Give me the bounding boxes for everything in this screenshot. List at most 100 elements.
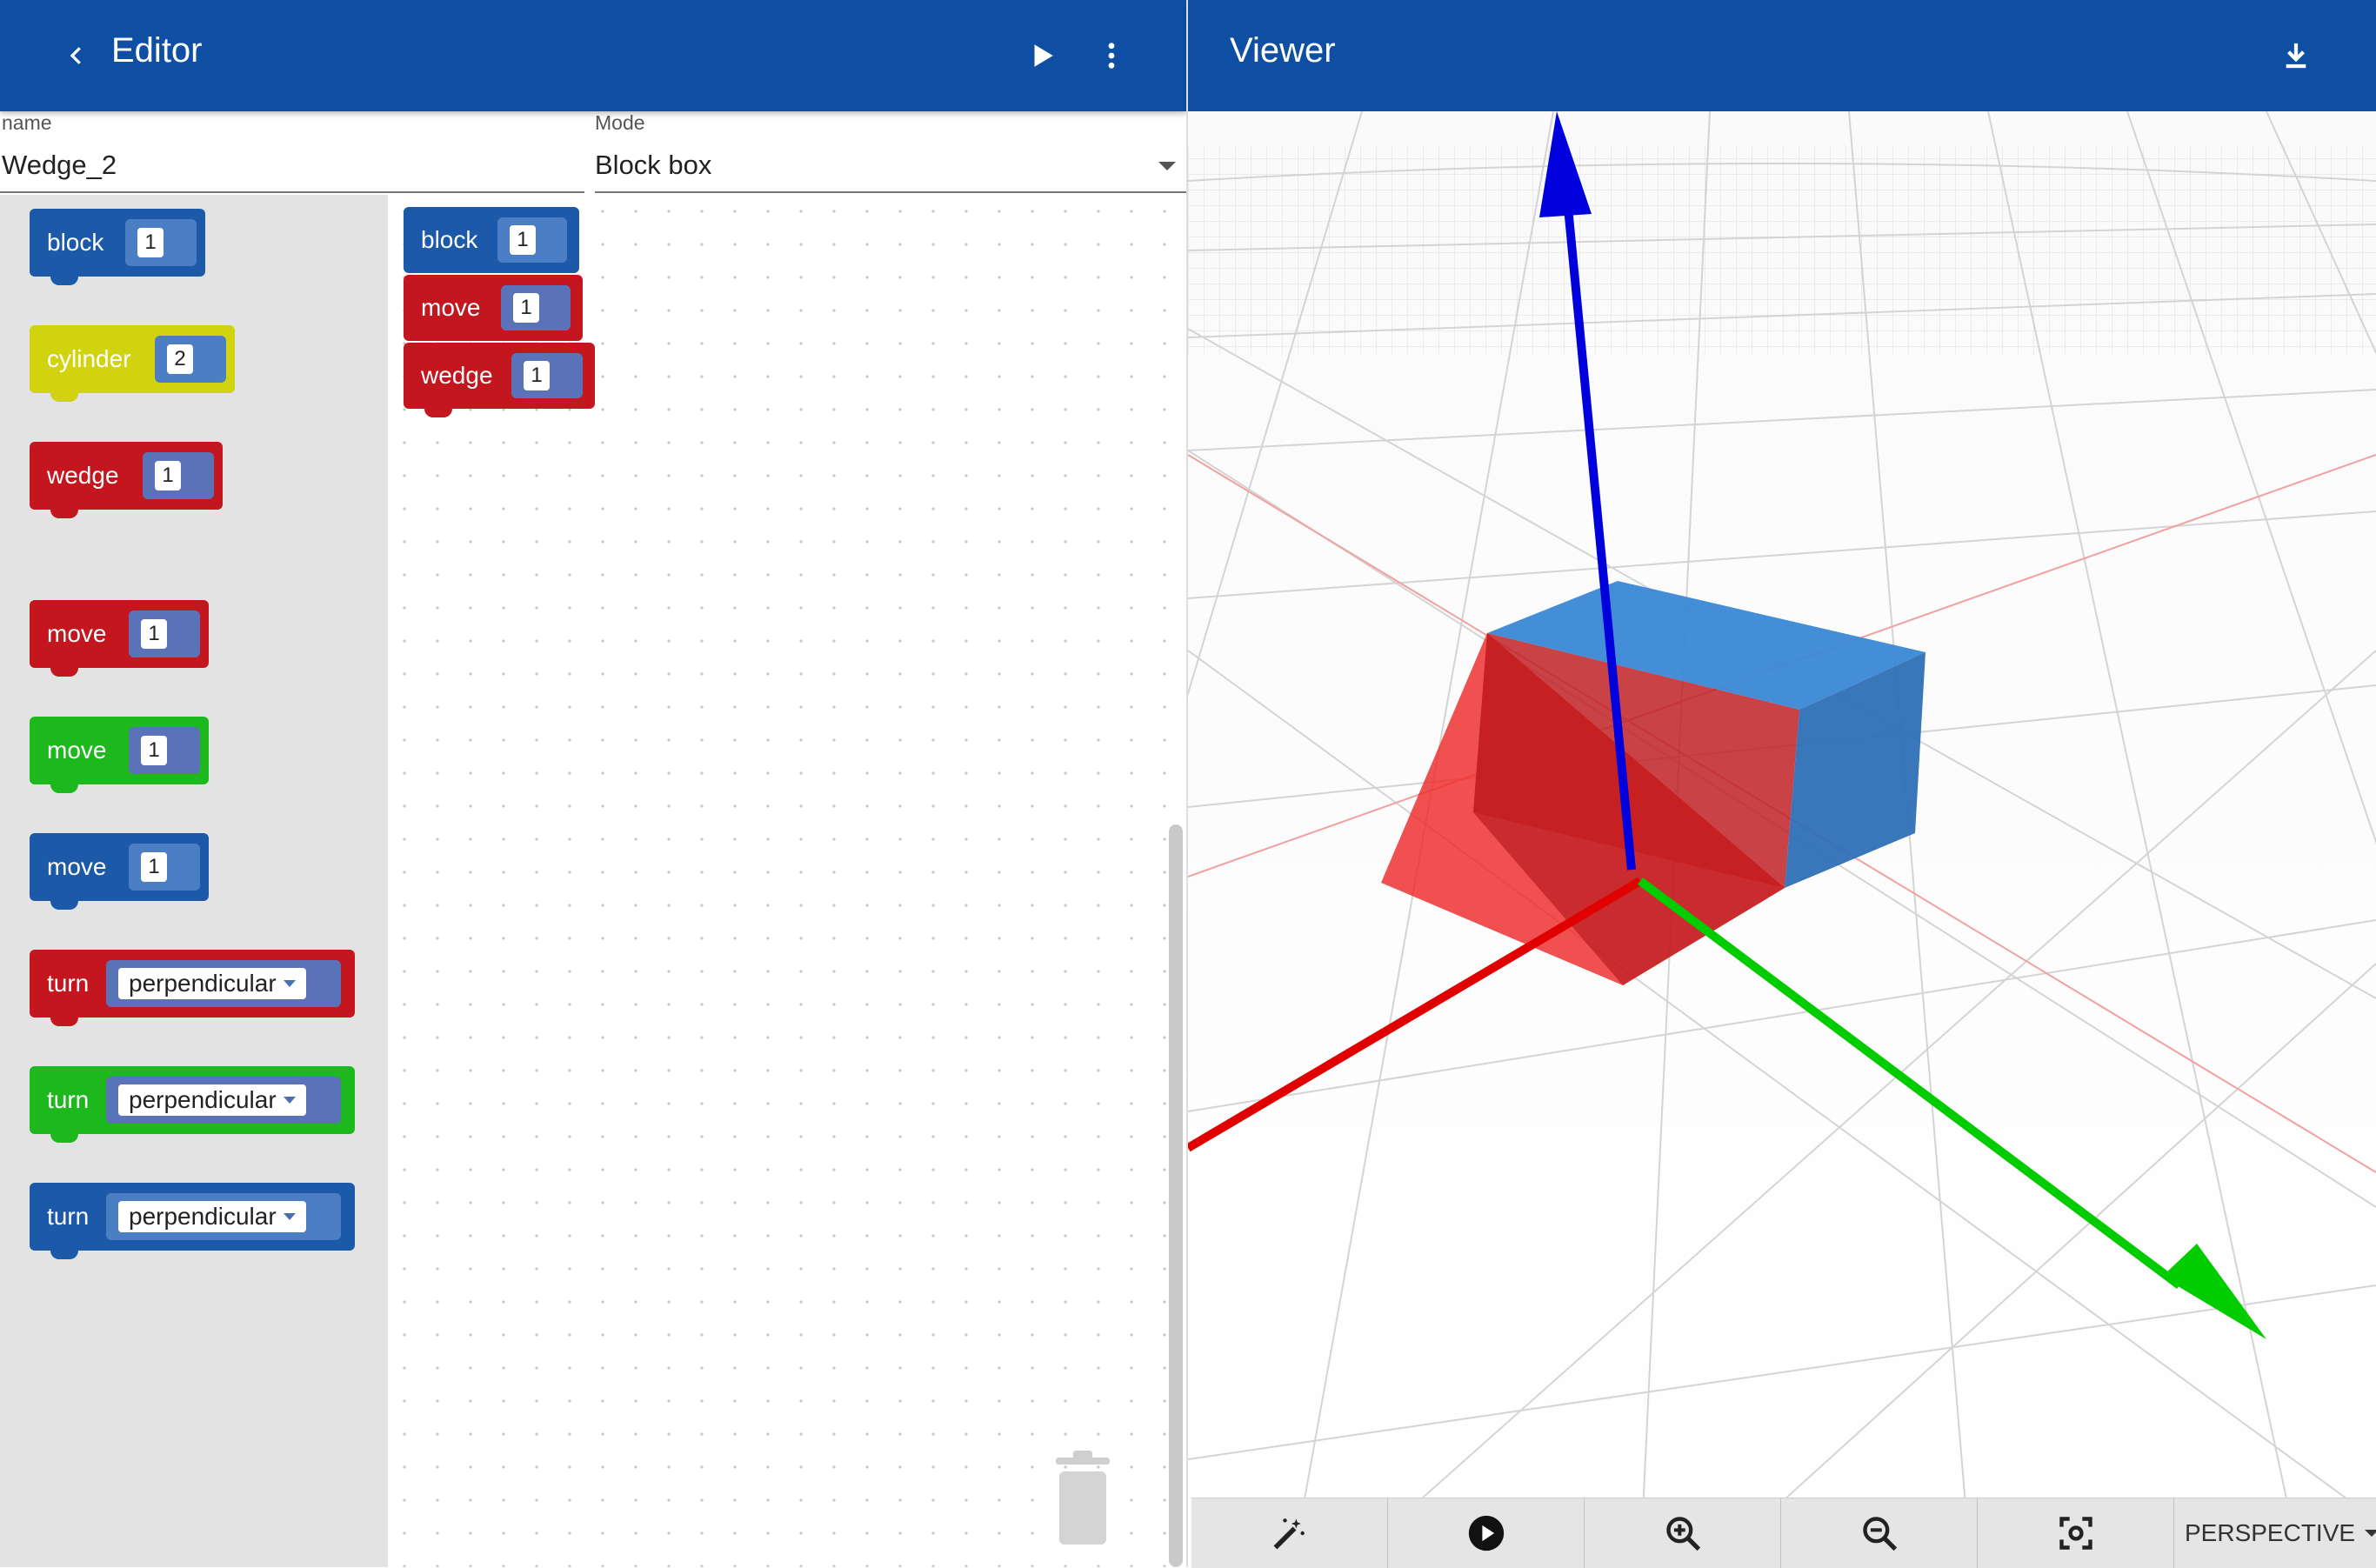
chevron-left-icon bbox=[70, 47, 81, 64]
x-axis bbox=[1188, 877, 1643, 1152]
number-field[interactable]: 1 bbox=[513, 293, 539, 323]
toolbox-block-move-green[interactable]: move 1 bbox=[30, 717, 209, 793]
number-field[interactable]: 1 bbox=[141, 619, 167, 649]
viewer-app-bar: Viewer bbox=[1188, 0, 2376, 111]
mode-field-label: Mode bbox=[595, 111, 645, 134]
block-input[interactable]: 1 bbox=[511, 353, 583, 398]
download-button[interactable] bbox=[2268, 28, 2324, 83]
number-field[interactable]: 1 bbox=[155, 461, 181, 490]
zoom-out-button[interactable] bbox=[1781, 1498, 1978, 1568]
block-input[interactable]: perpendicular bbox=[106, 960, 341, 1007]
toolbox-block-turn-red[interactable]: turn perpendicular bbox=[30, 950, 355, 1026]
mode-field-underline bbox=[595, 191, 1186, 193]
chevron-down-icon[interactable] bbox=[1157, 160, 1178, 172]
block-notch bbox=[50, 1016, 78, 1026]
block-notch bbox=[50, 1249, 78, 1259]
block-label: move bbox=[47, 853, 107, 880]
block-input[interactable]: perpendicular bbox=[106, 1077, 341, 1124]
caret-down-icon bbox=[283, 980, 296, 987]
block-label: move bbox=[47, 737, 107, 764]
workspace-scrollbar[interactable] bbox=[1169, 824, 1183, 1567]
toolbox-block-wedge[interactable]: wedge 1 bbox=[30, 442, 223, 518]
block-input[interactable]: 1 bbox=[129, 611, 200, 657]
workspace-block-wedge[interactable]: wedge 1 bbox=[404, 343, 595, 417]
toolbox-block-cylinder[interactable]: cylinder 2 bbox=[30, 325, 235, 402]
mode-select[interactable]: Block box bbox=[595, 150, 711, 181]
block-label: cylinder bbox=[47, 345, 131, 372]
block-label: move bbox=[47, 620, 107, 647]
direction-dropdown[interactable]: perpendicular bbox=[118, 1084, 306, 1116]
direction-dropdown[interactable]: perpendicular bbox=[118, 1201, 306, 1232]
editor-app-bar: Editor bbox=[0, 0, 1186, 111]
more-vert-icon bbox=[1108, 43, 1115, 69]
zoom-in-icon bbox=[1665, 1517, 1700, 1551]
block-notch bbox=[50, 899, 78, 910]
workspace-block-move[interactable]: move 1 bbox=[404, 275, 583, 341]
block-label: block bbox=[421, 226, 478, 253]
block-input[interactable]: 2 bbox=[155, 336, 226, 383]
caret-down-icon bbox=[2365, 1530, 2376, 1537]
back-button[interactable] bbox=[49, 28, 104, 83]
viewer-toolbar: PERSPECTIVE bbox=[1191, 1498, 2376, 1568]
caret-down-icon bbox=[283, 1097, 296, 1104]
play-circle-icon bbox=[1468, 1515, 1504, 1551]
number-field[interactable]: 1 bbox=[524, 361, 550, 390]
focus-button[interactable] bbox=[1978, 1498, 2174, 1568]
magic-wand-icon bbox=[1273, 1518, 1305, 1550]
block-label: turn bbox=[47, 1203, 90, 1230]
block-input[interactable]: perpendicular bbox=[106, 1193, 341, 1240]
play-icon bbox=[1034, 44, 1053, 67]
block-label: move bbox=[421, 294, 481, 321]
name-field[interactable]: Wedge_2 bbox=[2, 150, 117, 181]
block-input[interactable]: 1 bbox=[125, 219, 197, 266]
dropdown-value: perpendicular bbox=[129, 970, 277, 997]
editor-title: Editor bbox=[111, 31, 203, 70]
camera-mode-select[interactable]: PERSPECTIVE bbox=[2174, 1498, 2376, 1568]
trash-icon[interactable] bbox=[1051, 1451, 1115, 1546]
block-notch bbox=[424, 407, 452, 417]
block-notch bbox=[50, 1132, 78, 1143]
3d-viewer[interactable] bbox=[1188, 111, 2376, 1567]
name-field-label: name bbox=[2, 111, 52, 134]
number-field[interactable]: 1 bbox=[141, 852, 167, 882]
toolbox-block-move-blue[interactable]: move 1 bbox=[30, 833, 209, 910]
block-input[interactable]: 1 bbox=[501, 285, 571, 330]
more-menu-button[interactable] bbox=[1084, 28, 1139, 83]
block-notch bbox=[50, 508, 78, 518]
number-field[interactable]: 1 bbox=[137, 228, 164, 257]
3d-scene bbox=[1188, 111, 2376, 1567]
toolbox-block-turn-blue[interactable]: turn perpendicular bbox=[30, 1183, 355, 1259]
download-icon bbox=[2286, 43, 2306, 69]
dropdown-value: perpendicular bbox=[129, 1203, 277, 1230]
run-button[interactable] bbox=[1014, 28, 1070, 83]
block-input[interactable]: 1 bbox=[129, 844, 200, 891]
number-field[interactable]: 1 bbox=[141, 736, 167, 765]
viewer-title: Viewer bbox=[1230, 31, 1336, 70]
number-field[interactable]: 1 bbox=[510, 225, 536, 255]
caret-down-icon bbox=[283, 1213, 296, 1220]
zoom-in-button[interactable] bbox=[1585, 1498, 1781, 1568]
block-input[interactable]: 1 bbox=[143, 452, 214, 499]
block-input[interactable]: 1 bbox=[129, 727, 200, 774]
toolbox-block-move-red[interactable]: move 1 bbox=[30, 600, 209, 677]
block-workspace[interactable]: block 1 move 1 wedge 1 bbox=[388, 195, 1186, 1567]
dropdown-value: perpendicular bbox=[129, 1086, 277, 1113]
zoom-out-icon bbox=[1862, 1517, 1897, 1551]
block-notch bbox=[50, 666, 78, 677]
direction-dropdown[interactable]: perpendicular bbox=[118, 968, 306, 999]
block-notch bbox=[50, 391, 78, 402]
toolbox-block-block[interactable]: block 1 bbox=[30, 209, 205, 285]
toolbox-block-turn-green[interactable]: turn perpendicular bbox=[30, 1066, 355, 1143]
block-toolbox: block 1 cylinder 2 wedge 1 move 1 move 1… bbox=[0, 195, 388, 1567]
name-field-underline bbox=[0, 191, 584, 193]
block-input[interactable]: 1 bbox=[497, 217, 567, 263]
y-axis bbox=[1638, 877, 2266, 1339]
focus-icon bbox=[2059, 1517, 2092, 1550]
number-field[interactable]: 2 bbox=[167, 344, 193, 374]
block-notch bbox=[50, 275, 78, 285]
play-button[interactable] bbox=[1388, 1498, 1585, 1568]
block-label: wedge bbox=[421, 362, 493, 389]
magic-wand-button[interactable] bbox=[1191, 1498, 1388, 1568]
workspace-block-block[interactable]: block 1 bbox=[404, 207, 579, 273]
block-label: turn bbox=[47, 1086, 90, 1113]
